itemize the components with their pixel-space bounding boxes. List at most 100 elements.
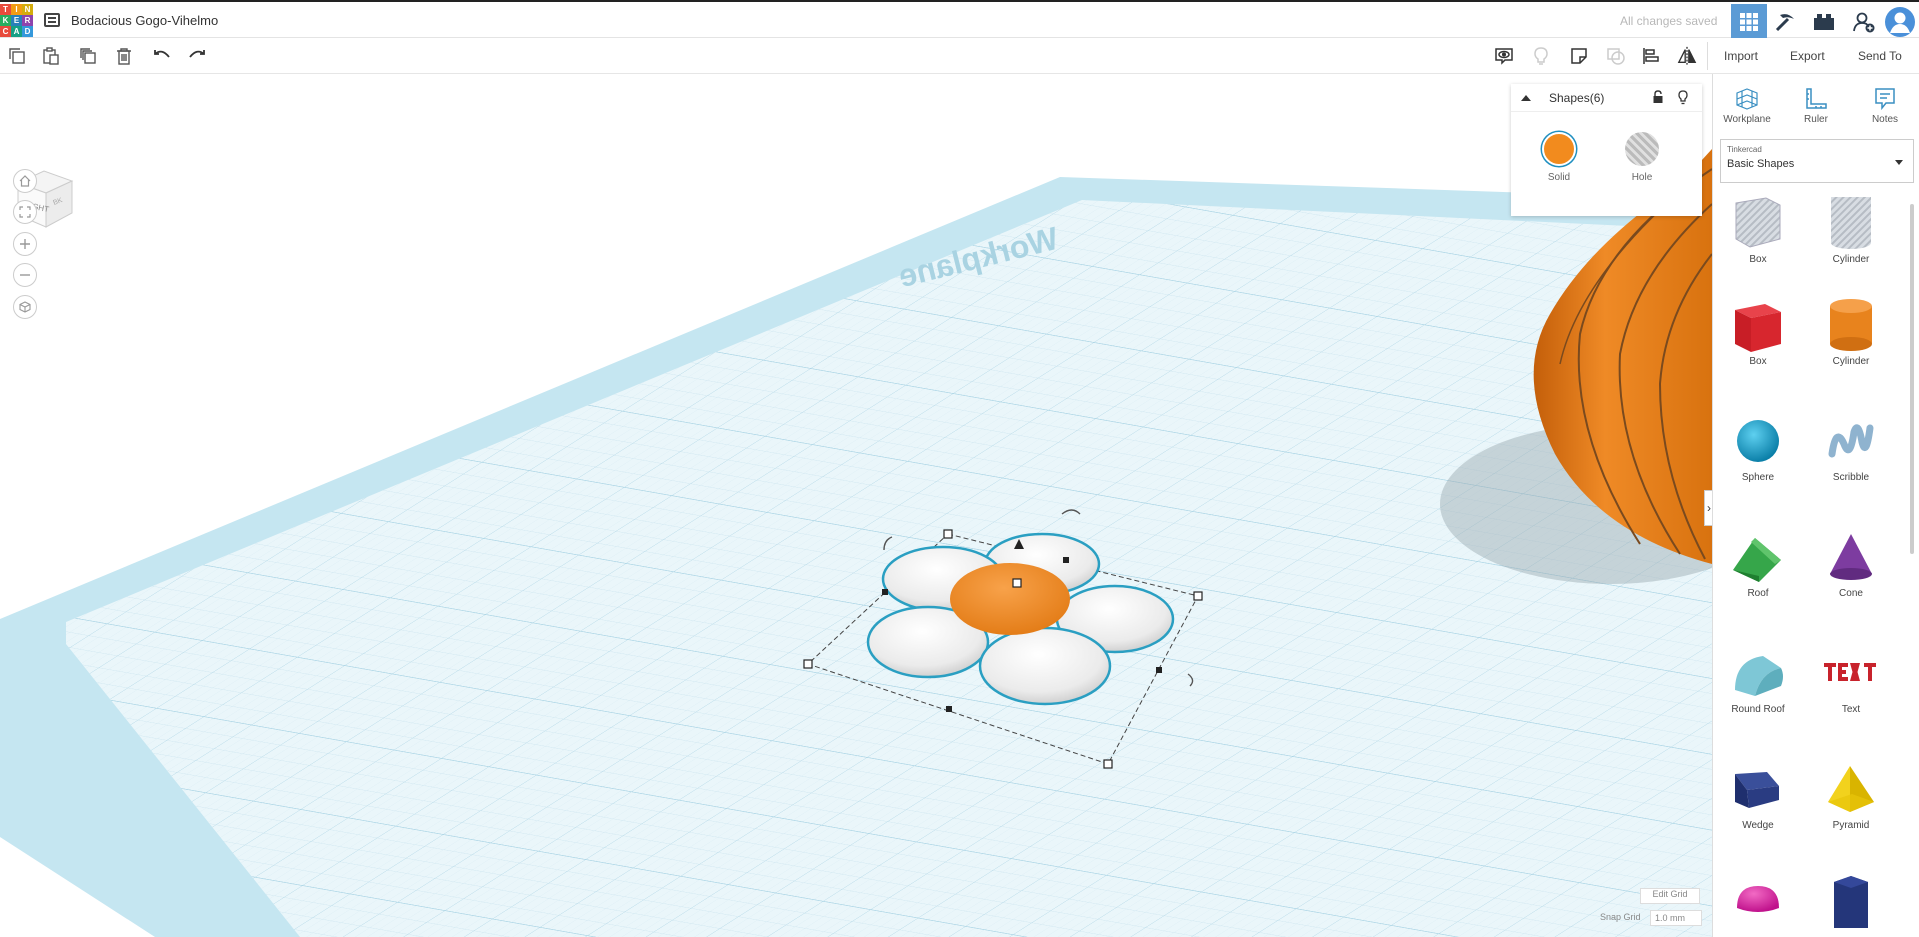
zoom-in-button[interactable] — [13, 232, 37, 256]
workplane-scene[interactable]: Workplane — [0, 74, 1712, 937]
undo-icon[interactable] — [152, 46, 172, 66]
library-scrollbar[interactable] — [1910, 204, 1914, 554]
fit-view-button[interactable] — [13, 200, 37, 224]
edge-handle[interactable] — [1156, 667, 1162, 673]
cylinder-icon — [1811, 294, 1891, 356]
inspector-title: Shapes(6) — [1549, 90, 1605, 105]
logo-letter: I — [11, 4, 22, 15]
export-button[interactable]: Export — [1780, 43, 1835, 69]
shape-label: Box — [1749, 356, 1767, 367]
grid-view-icon[interactable] — [1731, 4, 1767, 39]
shape-roof[interactable]: Roof — [1718, 526, 1798, 599]
shape-label: Scribble — [1832, 472, 1870, 483]
project-title[interactable]: Bodacious Gogo-Vihelmo — [71, 13, 218, 28]
toolbar-divider — [1707, 42, 1708, 70]
delete-icon[interactable] — [114, 46, 134, 66]
ruler-icon — [1786, 84, 1846, 114]
shape-sphere[interactable]: Sphere — [1718, 410, 1798, 483]
wedge-icon — [1718, 758, 1798, 820]
ruler-tab[interactable]: Ruler — [1786, 84, 1846, 125]
light-icon[interactable] — [1678, 90, 1688, 108]
text-icon — [1811, 642, 1891, 704]
paste-icon[interactable] — [41, 46, 61, 66]
logo-letter: N — [22, 4, 33, 15]
shape-polygon[interactable] — [1811, 870, 1891, 932]
note-eye-icon[interactable] — [1494, 46, 1514, 66]
shape-category-dropdown[interactable]: Tinkercad Basic Shapes — [1720, 139, 1914, 183]
add-user-icon[interactable] — [1846, 4, 1882, 39]
polygon-icon — [1811, 870, 1891, 932]
avatar-icon[interactable] — [1882, 4, 1918, 39]
shape-label: Roof — [1747, 588, 1769, 599]
hole-swatch[interactable] — [1625, 132, 1659, 166]
shape-pyramid[interactable]: Pyramid — [1811, 758, 1891, 831]
shapes-library-panel: Workplane Ruler Notes Tinkercad Basic Sh… — [1712, 74, 1919, 937]
workplane-tab[interactable]: Workplane — [1717, 84, 1777, 125]
align-icon[interactable] — [1641, 46, 1661, 66]
shape-scribble[interactable]: Scribble — [1811, 410, 1891, 483]
workplane-tab-label: Workplane — [1723, 114, 1771, 125]
design-menu-icon[interactable] — [44, 13, 60, 27]
3d-viewport[interactable]: Workplane RIGHT BK — [0, 74, 1712, 937]
shape-text[interactable]: Text — [1811, 642, 1891, 715]
shape-cone[interactable]: Cone — [1811, 526, 1891, 599]
edit-grid-button[interactable]: Edit Grid — [1640, 888, 1700, 904]
mirror-icon[interactable] — [1677, 46, 1697, 66]
petal-bottom[interactable] — [978, 626, 1112, 706]
logo-letter: A — [11, 26, 22, 37]
zoom-out-button[interactable] — [13, 263, 37, 287]
sphere-icon — [1718, 410, 1798, 472]
notes-tab[interactable]: Notes — [1855, 84, 1915, 125]
shape-box-hole[interactable]: Box — [1718, 192, 1798, 265]
shape-note-icon[interactable] — [1569, 46, 1589, 66]
solid-option[interactable]: Solid — [1534, 132, 1584, 183]
shape-label: Box — [1749, 254, 1767, 265]
logo-letter: E — [11, 15, 22, 26]
hole-option[interactable]: Hole — [1617, 132, 1667, 183]
lock-icon[interactable] — [1652, 90, 1664, 107]
brick-icon[interactable] — [1806, 4, 1842, 39]
bulb-icon[interactable] — [1531, 46, 1551, 66]
edge-handle[interactable] — [946, 706, 952, 712]
round-roof-icon — [1718, 642, 1798, 704]
collapse-caret-icon[interactable] — [1521, 95, 1531, 101]
half-sphere-icon — [1718, 870, 1798, 932]
shape-wedge[interactable]: Wedge — [1718, 758, 1798, 831]
ruler-tab-label: Ruler — [1804, 114, 1828, 125]
solid-label: Solid — [1547, 172, 1571, 183]
dropdown-caret-icon — [1895, 160, 1903, 165]
inspector-header: Shapes(6) — [1511, 84, 1702, 112]
box-icon — [1718, 294, 1798, 356]
flower-center[interactable] — [950, 563, 1070, 635]
roof-icon — [1718, 526, 1798, 588]
category-value: Basic Shapes — [1727, 158, 1795, 170]
shape-cylinder[interactable]: Cylinder — [1811, 294, 1891, 367]
solid-color-swatch[interactable] — [1542, 132, 1576, 166]
shape-label: Pyramid — [1832, 820, 1870, 831]
tinkercad-logo[interactable]: T I N K E R C A D — [0, 4, 33, 37]
box-hole-icon — [1718, 192, 1798, 254]
shape-label: Wedge — [1742, 820, 1774, 831]
group-icon[interactable] — [1606, 46, 1626, 66]
perspective-button[interactable] — [13, 295, 37, 319]
edge-handle[interactable] — [1063, 557, 1069, 563]
pickaxe-icon[interactable] — [1767, 4, 1803, 39]
copy-icon[interactable] — [7, 46, 27, 66]
logo-letter: T — [0, 4, 11, 15]
shape-box[interactable]: Box — [1718, 294, 1798, 367]
shape-inspector: Shapes(6) Solid Hole — [1511, 84, 1702, 216]
logo-letter: D — [22, 26, 33, 37]
shape-label: Round Roof — [1731, 704, 1785, 715]
shape-round-roof[interactable]: Round Roof — [1718, 642, 1798, 715]
import-button[interactable]: Import — [1714, 43, 1768, 69]
send-to-button[interactable]: Send To — [1848, 43, 1912, 69]
snap-grid-select[interactable]: 1.0 mm — [1650, 910, 1702, 926]
redo-icon[interactable] — [187, 46, 207, 66]
duplicate-icon[interactable] — [78, 46, 98, 66]
edit-toolbar — [0, 38, 1919, 74]
edge-handle[interactable] — [882, 589, 888, 595]
shape-half-sphere[interactable] — [1718, 870, 1798, 932]
category-caption: Tinkercad — [1727, 145, 1762, 154]
home-view-button[interactable] — [13, 169, 37, 193]
shape-cylinder-hole[interactable]: Cylinder — [1811, 192, 1891, 265]
